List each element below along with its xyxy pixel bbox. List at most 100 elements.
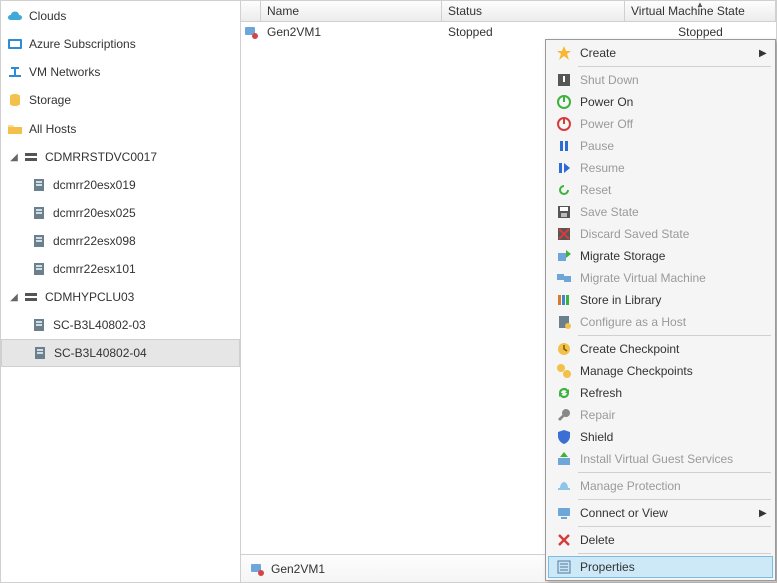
- vm-icon: [241, 24, 261, 40]
- list-header: Name Status ▲ Virtual Machine State: [241, 1, 776, 22]
- host-sc-b3l40802-04[interactable]: SC-B3L40802-04: [1, 339, 240, 367]
- host-icon: [31, 205, 47, 221]
- menu-label: Power On: [576, 95, 769, 109]
- host-label: SC-B3L40802-03: [53, 318, 146, 332]
- vmnetworks-icon: [7, 64, 23, 80]
- app-root: Clouds Azure Subscriptions VM Networks S…: [0, 0, 777, 583]
- cluster-label: CDMHYPCLU03: [45, 290, 134, 304]
- menu-delete[interactable]: Delete: [548, 529, 773, 551]
- menu-resume: Resume: [548, 157, 773, 179]
- menu-separator: [578, 526, 771, 527]
- column-vmstate[interactable]: ▲ Virtual Machine State: [625, 1, 776, 21]
- vm-status: Stopped: [442, 25, 625, 39]
- installguest-icon: [552, 451, 576, 467]
- menu-label: Reset: [576, 183, 769, 197]
- shield-icon: [552, 429, 576, 445]
- menu-label: Save State: [576, 205, 769, 219]
- reset-icon: [552, 182, 576, 198]
- menu-label: Shield: [576, 430, 769, 444]
- menu-discard-saved-state: Discard Saved State: [548, 223, 773, 245]
- properties-icon: [552, 559, 576, 575]
- host-sc-b3l40802-03[interactable]: SC-B3L40802-03: [1, 311, 240, 339]
- cluster-cdmrrstdvc0017[interactable]: ◢ CDMRRSTDVC0017: [1, 143, 240, 171]
- nav-all-hosts-label: All Hosts: [29, 122, 76, 136]
- poweron-icon: [552, 94, 576, 110]
- host-icon: [31, 261, 47, 277]
- column-gutter[interactable]: [241, 1, 261, 21]
- menu-separator: [578, 335, 771, 336]
- nav-vmnetworks[interactable]: VM Networks: [1, 58, 240, 86]
- menu-label: Create Checkpoint: [576, 342, 769, 356]
- menu-label: Resume: [576, 161, 769, 175]
- expander-icon[interactable]: ◢: [7, 292, 21, 303]
- library-icon: [552, 292, 576, 308]
- host-icon: [31, 233, 47, 249]
- menu-save-state: Save State: [548, 201, 773, 223]
- menu-power-on[interactable]: Power On: [548, 91, 773, 113]
- menu-label: Refresh: [576, 386, 769, 400]
- menu-label: Configure as a Host: [576, 315, 769, 329]
- column-name[interactable]: Name: [261, 1, 442, 21]
- storage-icon: [7, 92, 23, 108]
- menu-refresh[interactable]: Refresh: [548, 382, 773, 404]
- managecheckpoints-icon: [552, 363, 576, 379]
- protection-icon: [552, 478, 576, 494]
- nav-storage[interactable]: Storage: [1, 86, 240, 114]
- menu-label: Manage Checkpoints: [576, 364, 769, 378]
- nav-azure[interactable]: Azure Subscriptions: [1, 30, 240, 58]
- expander-icon[interactable]: ◢: [7, 152, 21, 163]
- submenu-arrow-icon: ▶: [759, 48, 769, 59]
- menu-manage-protection: Manage Protection: [548, 475, 773, 497]
- host-label: dcmrr20esx019: [53, 178, 136, 192]
- menu-separator: [578, 499, 771, 500]
- menu-create-checkpoint[interactable]: Create Checkpoint: [548, 338, 773, 360]
- menu-label: Shut Down: [576, 73, 769, 87]
- azure-icon: [7, 36, 23, 52]
- nav-clouds-label: Clouds: [29, 9, 66, 23]
- menu-label: Pause: [576, 139, 769, 153]
- discard-icon: [552, 226, 576, 242]
- menu-migrate-storage[interactable]: Migrate Storage: [548, 245, 773, 267]
- menu-create[interactable]: Create▶: [548, 42, 773, 64]
- host-label: SC-B3L40802-04: [54, 346, 147, 360]
- vm-icon: [249, 561, 265, 577]
- host-dcmrr20esx025[interactable]: dcmrr20esx025: [1, 199, 240, 227]
- host-dcmrr22esx098[interactable]: dcmrr22esx098: [1, 227, 240, 255]
- nav-all-hosts[interactable]: All Hosts: [1, 115, 240, 143]
- host-label: dcmrr22esx101: [53, 262, 136, 276]
- menu-label: Migrate Storage: [576, 249, 769, 263]
- menu-shut-down: Shut Down: [548, 69, 773, 91]
- menu-manage-checkpoints[interactable]: Manage Checkpoints: [548, 360, 773, 382]
- menu-label: Discard Saved State: [576, 227, 769, 241]
- pause-icon: [552, 138, 576, 154]
- cluster-icon: [23, 149, 39, 165]
- nav-clouds[interactable]: Clouds: [1, 2, 240, 30]
- menu-reset: Reset: [548, 179, 773, 201]
- column-status[interactable]: Status: [442, 1, 625, 21]
- menu-power-off: Power Off: [548, 113, 773, 135]
- menu-shield[interactable]: Shield: [548, 426, 773, 448]
- delete-icon: [552, 532, 576, 548]
- cloud-icon: [7, 8, 23, 24]
- host-dcmrr22esx101[interactable]: dcmrr22esx101: [1, 255, 240, 283]
- refresh-icon: [552, 385, 576, 401]
- menu-label: Power Off: [576, 117, 769, 131]
- menu-label: Manage Protection: [576, 479, 769, 493]
- cluster-cdmhypclu03[interactable]: ◢ CDMHYPCLU03: [1, 283, 240, 311]
- host-label: dcmrr20esx025: [53, 206, 136, 220]
- menu-properties[interactable]: Properties: [548, 556, 773, 578]
- column-vmstate-label: Virtual Machine State: [631, 4, 745, 18]
- folder-icon: [7, 121, 23, 137]
- menu-install-virtual-guest-services: Install Virtual Guest Services: [548, 448, 773, 470]
- menu-connect-or-view[interactable]: Connect or View▶: [548, 502, 773, 524]
- connect-icon: [552, 505, 576, 521]
- menu-label: Install Virtual Guest Services: [576, 452, 769, 466]
- host-dcmrr20esx019[interactable]: dcmrr20esx019: [1, 171, 240, 199]
- cluster-icon: [23, 289, 39, 305]
- host-icon: [31, 317, 47, 333]
- statusbar-vm-name: Gen2VM1: [271, 562, 325, 576]
- menu-store-in-library[interactable]: Store in Library: [548, 289, 773, 311]
- column-name-label: Name: [267, 4, 299, 18]
- cfgashost-icon: [552, 314, 576, 330]
- checkpoint-icon: [552, 341, 576, 357]
